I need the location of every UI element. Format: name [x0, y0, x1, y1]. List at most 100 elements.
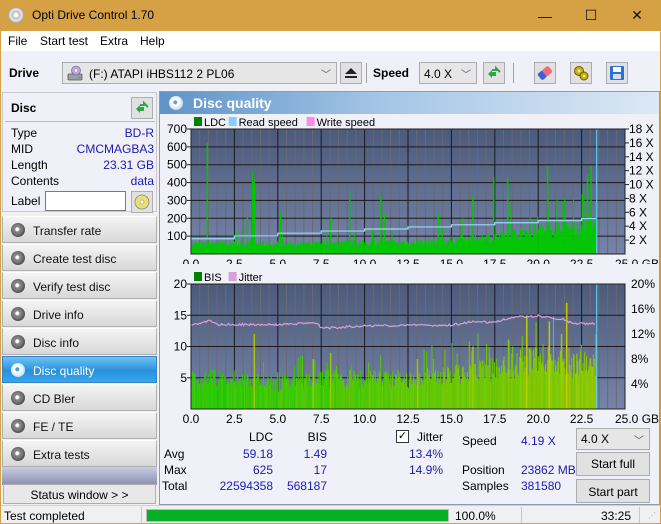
data-bar [497, 237, 499, 254]
data-bar [379, 240, 381, 254]
data-bar [510, 378, 512, 409]
data-bar [220, 242, 222, 254]
data-bar [566, 223, 568, 254]
chevron-down-icon: ﹀ [321, 70, 331, 81]
data-bar [261, 389, 263, 409]
data-bar [530, 229, 532, 254]
drive-value: (F:) ATAPI iHBS112 2 PL06 [89, 67, 235, 81]
data-bar [465, 376, 467, 409]
data-bar [403, 241, 405, 254]
menu-start-test[interactable]: Start test [40, 34, 88, 48]
data-bar [418, 239, 420, 254]
data-bar [369, 243, 371, 254]
sidebar: Disc Type BD-R MID CMCMAGBA3 Length 23.31 G… [1, 91, 158, 505]
data-bar [470, 368, 472, 409]
data-bar [274, 245, 276, 254]
maximize-button[interactable]: ☐ [568, 0, 614, 31]
nav-fe-te[interactable]: FE / TE [2, 412, 157, 439]
data-bar [495, 358, 497, 409]
data-bar [470, 234, 472, 254]
data-bar [506, 373, 508, 409]
minimize-button[interactable]: — [522, 0, 568, 31]
nav-extra-tests[interactable]: Extra tests [2, 440, 157, 467]
label-input[interactable] [45, 191, 126, 211]
nav-drive-info[interactable]: Drive info [2, 300, 157, 327]
data-bar [293, 375, 295, 409]
data-bar [280, 390, 282, 409]
resize-grip-icon[interactable]: ⋰ [648, 511, 656, 520]
data-bar [523, 238, 525, 254]
y2-tick-label: 4% [631, 377, 649, 391]
data-bar [301, 240, 303, 254]
data-bar [414, 244, 416, 254]
data-bar [317, 372, 319, 409]
data-bar [370, 241, 372, 254]
data-bar [361, 384, 363, 409]
erase-button[interactable] [534, 62, 556, 84]
refresh-button[interactable] [483, 62, 505, 84]
label-disc-button[interactable] [131, 191, 153, 213]
menu-file[interactable]: File [8, 34, 27, 48]
data-bar [516, 235, 518, 254]
data-bar [397, 243, 399, 254]
position-value: 23862 MB [521, 463, 576, 477]
data-bar [215, 384, 217, 409]
data-bar [530, 350, 532, 409]
nav-verify-test-disc[interactable]: Verify test disc [2, 272, 157, 299]
data-bar [237, 243, 239, 254]
data-bar [437, 371, 439, 409]
jitter-checkbox[interactable]: ✓ [396, 430, 409, 443]
data-bar [487, 233, 489, 254]
save-button[interactable] [606, 62, 628, 84]
data-bar [294, 364, 296, 409]
data-bar [494, 234, 496, 254]
drive-select[interactable]: (F:) ATAPI iHBS112 2 PL06 ﹀ [62, 62, 337, 84]
speed-select[interactable]: 4.0 X ﹀ [419, 62, 477, 84]
data-bar [423, 349, 425, 409]
data-bar [414, 380, 416, 409]
menu-extra[interactable]: Extra [100, 34, 128, 48]
data-bar [386, 241, 388, 254]
test-speed-select[interactable]: 4.0 X ﹀ [576, 428, 650, 450]
y-tick-label: 10 [174, 340, 188, 354]
status-window-button[interactable]: Status window > > [3, 484, 156, 504]
data-bar [342, 242, 344, 254]
data-bar [244, 243, 246, 254]
data-bar [383, 373, 385, 409]
data-bar [287, 376, 289, 409]
data-bar [550, 354, 552, 409]
legend-swatch [194, 272, 202, 281]
data-bar [378, 373, 380, 409]
nav-cd-bler[interactable]: CD Bler [2, 384, 157, 411]
data-bar [269, 243, 271, 254]
nav-create-test-disc[interactable]: Create test disc [2, 244, 157, 271]
data-bar [216, 386, 218, 409]
data-bar [262, 240, 264, 254]
disc-refresh-button[interactable] [131, 97, 153, 119]
data-bar [357, 246, 359, 254]
eject-button[interactable] [340, 62, 362, 84]
nav-transfer-rate[interactable]: Transfer rate [2, 216, 157, 243]
settings-button[interactable] [570, 62, 592, 84]
data-bar [433, 237, 435, 254]
close-button[interactable]: ✕ [614, 0, 660, 31]
data-bar [193, 245, 195, 254]
data-spike [329, 218, 332, 254]
data-bar [205, 245, 207, 254]
data-bar [592, 354, 594, 409]
start-full-button[interactable]: Start full [576, 452, 650, 476]
data-spike [565, 302, 568, 409]
data-bar [412, 379, 414, 409]
data-bar [535, 322, 537, 409]
start-part-button[interactable]: Start part [576, 479, 650, 503]
data-bar [360, 242, 362, 254]
data-bar [377, 379, 379, 409]
data-bar [256, 373, 258, 409]
menu-help[interactable]: Help [140, 34, 165, 48]
data-bar [419, 373, 421, 409]
data-bar [555, 233, 557, 254]
nav-disc-quality[interactable]: Disc quality [2, 356, 157, 383]
data-bar [373, 244, 375, 254]
nav-disc-info[interactable]: Disc info [2, 328, 157, 355]
data-bar [563, 225, 565, 254]
